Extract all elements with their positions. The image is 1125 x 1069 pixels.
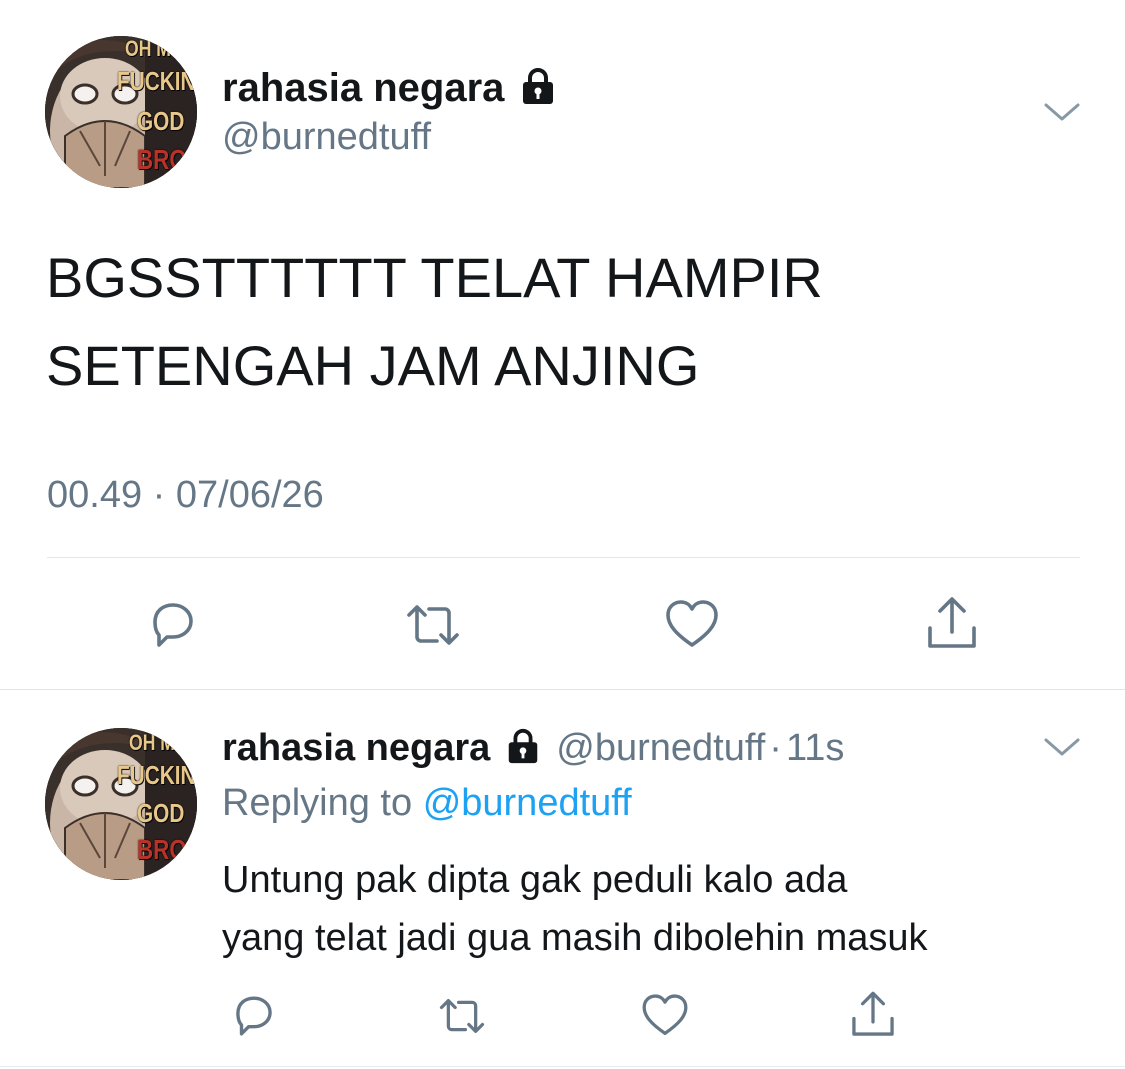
avatar-caption-3: GOD xyxy=(137,106,185,136)
replying-to-label: Replying to xyxy=(222,782,413,824)
reply-display-name[interactable]: rahasia negara xyxy=(222,727,490,770)
tweet-timestamp[interactable]: 00.49 · 07/06/26 xyxy=(47,474,324,517)
reply-reply-button[interactable] xyxy=(228,990,280,1042)
retweet-icon xyxy=(439,999,485,1033)
meta-separator: · xyxy=(152,474,166,516)
chevron-down-icon[interactable] xyxy=(1044,102,1080,122)
tweet-text-line-1: BGSSTTTTTT TELAT HAMPIR xyxy=(46,246,823,309)
replying-to-handle-link[interactable]: @burnedtuff xyxy=(423,782,632,824)
chevron-down-icon[interactable] xyxy=(1044,737,1080,757)
reply-icon xyxy=(153,603,193,647)
reply-avatar[interactable]: OH M FUCKING GOD BRO xyxy=(45,728,197,880)
bottom-divider xyxy=(0,1066,1125,1067)
reply-share-button[interactable] xyxy=(846,988,900,1042)
reply-text: Untung pak dipta gak peduli kalo ada yan… xyxy=(222,851,928,967)
tweet-text-line-2: SETENGAH JAM ANJING xyxy=(46,334,700,397)
avatar-caption-1: OH M xyxy=(129,730,175,755)
divider xyxy=(47,557,1080,558)
reply-icon xyxy=(236,996,272,1036)
tweet-text: BGSSTTTTTT TELAT HAMPIR SETENGAH JAM ANJ… xyxy=(46,234,823,410)
display-name[interactable]: rahasia negara xyxy=(222,66,504,111)
share-icon xyxy=(852,991,894,1036)
reply-button[interactable] xyxy=(143,595,203,655)
share-icon xyxy=(928,597,976,648)
avatar[interactable]: OH M FUCKING GOD BRO xyxy=(45,36,197,188)
avatar-caption-4: BRO xyxy=(137,144,187,175)
handle[interactable]: @burnedtuff xyxy=(222,116,431,159)
reply-header-row: rahasia negara @burnedtuff · 11s xyxy=(222,724,844,772)
retweet-button[interactable] xyxy=(398,595,468,655)
tweet-separator xyxy=(0,689,1125,690)
reply-retweet-button[interactable] xyxy=(432,990,492,1042)
avatar-caption-1: OH M xyxy=(125,36,171,61)
replying-to: Replying to @burnedtuff xyxy=(222,782,632,825)
reply-handle[interactable]: @burnedtuff xyxy=(556,727,765,770)
tweet-date: 07/06/26 xyxy=(175,474,324,516)
avatar-caption-2: FUCKING xyxy=(117,66,197,96)
reply-text-line-1: Untung pak dipta gak peduli kalo ada xyxy=(222,859,848,901)
avatar-caption-2: FUCKING xyxy=(117,760,197,790)
lock-icon xyxy=(518,66,558,111)
lock-icon xyxy=(504,727,542,770)
reply-age: 11s xyxy=(785,726,845,769)
avatar-caption-4: BRO xyxy=(137,834,187,865)
like-button[interactable] xyxy=(660,595,724,655)
like-icon xyxy=(666,600,718,647)
reply-text-line-2: yang telat jadi gua masih dibolehin masu… xyxy=(222,917,928,959)
retweet-icon xyxy=(407,605,459,645)
avatar-caption-3: GOD xyxy=(137,798,185,828)
display-name-row: rahasia negara xyxy=(222,64,558,112)
reply-meta-separator: · xyxy=(769,726,782,769)
like-icon xyxy=(642,994,688,1035)
tweet-time: 00.49 xyxy=(47,474,143,516)
share-button[interactable] xyxy=(920,593,984,655)
reply-like-button[interactable] xyxy=(638,990,692,1042)
